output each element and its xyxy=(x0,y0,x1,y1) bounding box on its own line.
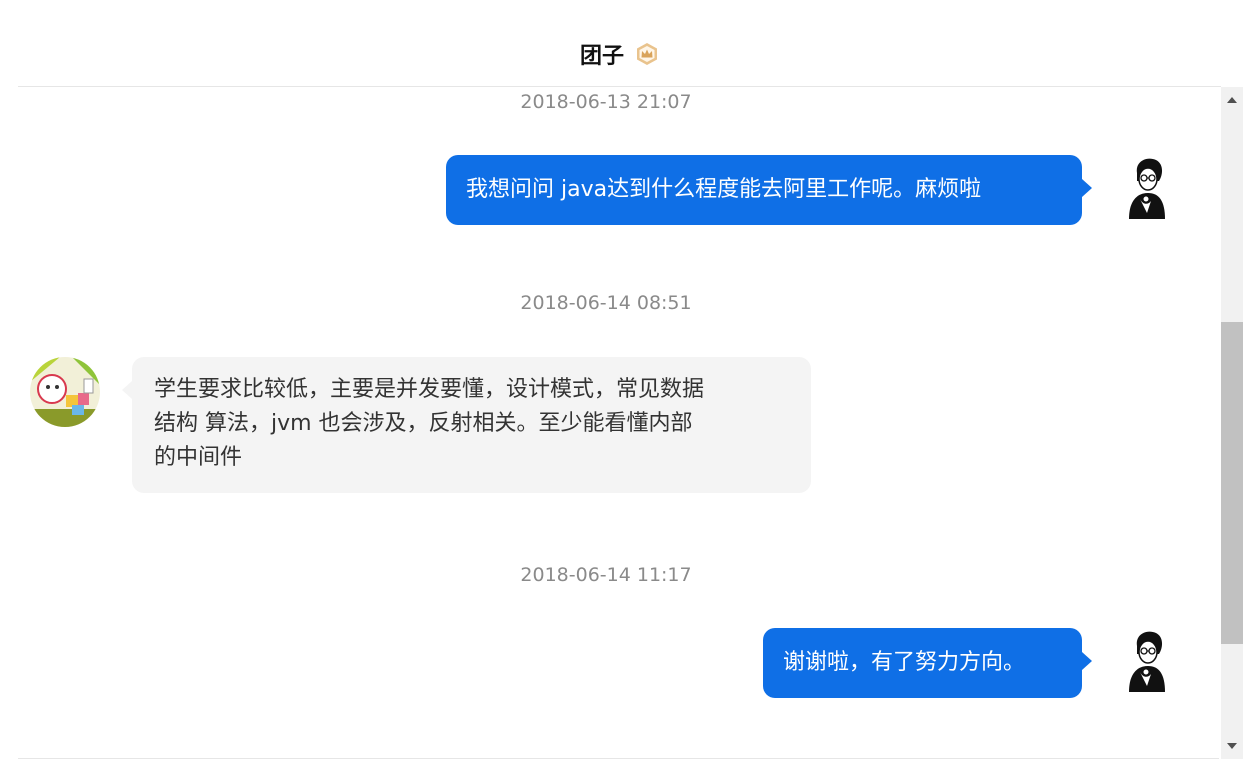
chat-header: 团子 xyxy=(18,0,1221,87)
user-avatar[interactable] xyxy=(1123,628,1171,692)
title-wrap: 团子 xyxy=(18,38,1221,70)
scroll-up-arrow-icon[interactable] xyxy=(1221,87,1243,113)
message-line: 学生要求比较低，主要是并发要懂，设计模式，常见数据 xyxy=(154,377,705,402)
message-timestamp: 2018-06-14 11:17 xyxy=(520,564,692,586)
message-line: 的中间件 xyxy=(154,445,243,470)
message-timestamp: 2018-06-14 08:51 xyxy=(520,292,692,314)
crown-icon xyxy=(635,42,659,66)
outgoing-message-bubble[interactable]: 我想问问 java达到什么程度能去阿里工作呢。麻烦啦 xyxy=(446,155,1092,225)
incoming-message-bubble[interactable]: 学生要求比较低，主要是并发要懂，设计模式，常见数据 结构 算法，jvm 也会涉及… xyxy=(122,357,811,493)
message-text: 谢谢啦，有了努力方向。 xyxy=(783,650,1026,675)
message-line: 结构 算法，jvm 也会涉及，反射相关。至少能看懂内部 xyxy=(154,411,693,436)
scrollbar-thumb[interactable] xyxy=(1221,322,1243,644)
vertical-scrollbar[interactable] xyxy=(1221,87,1243,759)
contact-avatar[interactable] xyxy=(30,357,100,427)
scroll-down-arrow-icon[interactable] xyxy=(1221,733,1243,759)
user-avatar[interactable] xyxy=(1123,155,1171,219)
divider xyxy=(18,758,1219,759)
message-list[interactable]: 2018-06-13 21:07 我想问问 java达到什么程度能去阿里工作呢。… xyxy=(18,87,1219,759)
outgoing-message-bubble[interactable]: 谢谢啦，有了努力方向。 xyxy=(763,628,1092,698)
contact-name: 团子 xyxy=(579,44,624,69)
message-timestamp: 2018-06-13 21:07 xyxy=(520,91,692,113)
message-text: 我想问问 java达到什么程度能去阿里工作呢。麻烦啦 xyxy=(466,177,982,202)
